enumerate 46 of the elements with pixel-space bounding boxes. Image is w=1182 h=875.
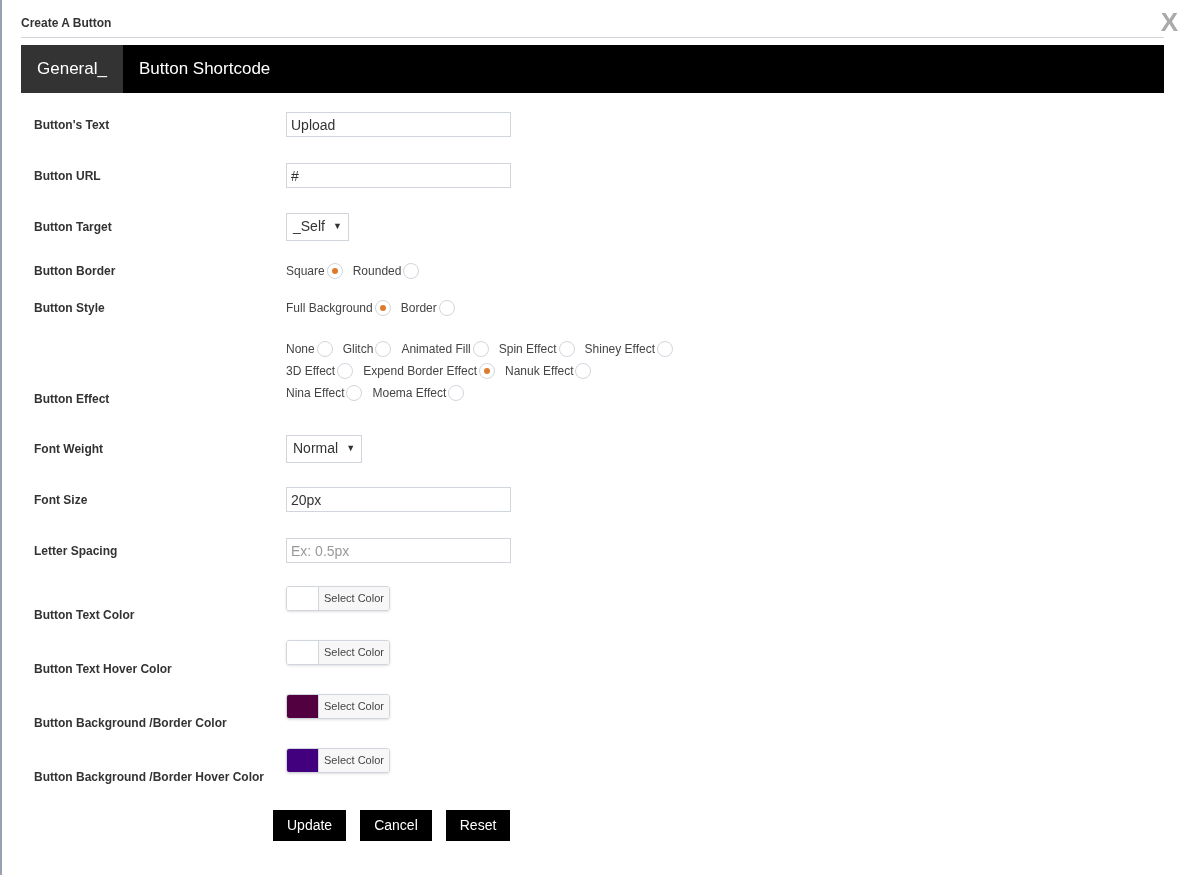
field-label: Font Size	[33, 491, 89, 509]
color-picker[interactable]: Select Color	[286, 640, 390, 665]
radio-label: Square	[286, 262, 325, 280]
select-color-button[interactable]: Select Color	[319, 587, 389, 610]
dropdown[interactable]: _Self ▼	[286, 212, 349, 241]
color-picker[interactable]: Select Color	[286, 694, 390, 719]
field-label: Button Effect	[33, 391, 111, 408]
field-label: Button Text Color	[33, 607, 136, 624]
select-color-button[interactable]: Select Color	[319, 749, 389, 772]
field-label: Button Background /Border Hover Color	[33, 769, 265, 786]
dropdown[interactable]: Normal ▼	[286, 434, 363, 463]
action-button[interactable]: Reset	[445, 810, 511, 841]
field-label: Button Text Hover Color	[33, 661, 173, 678]
field-label: Button's Text	[33, 116, 111, 134]
radio-label: Nanuk Effect	[505, 363, 574, 380]
select-color-button[interactable]: Select Color	[319, 695, 389, 718]
radio-label: Rounded	[352, 262, 402, 280]
select-color-button[interactable]: Select Color	[319, 641, 389, 664]
radio-label: Expend Border Effect	[363, 363, 477, 380]
field-label: Button Target	[33, 218, 113, 236]
radio-label: Shiney Effect	[584, 341, 656, 358]
color-picker[interactable]: Select Color	[286, 748, 390, 773]
field-label: Button Style	[33, 299, 106, 317]
radio-label: 3D Effect	[286, 363, 336, 380]
radio-label: Nina Effect	[286, 385, 345, 402]
radio-label: Glitch	[342, 341, 374, 358]
color-picker[interactable]: Select Color	[286, 586, 390, 611]
tab[interactable]: General_	[21, 45, 123, 93]
radio-label: Border	[400, 299, 437, 317]
radio-label: Spin Effect	[498, 341, 557, 358]
field-label: Letter Spacing	[33, 542, 119, 560]
radio-label: Full Background	[286, 299, 373, 317]
input-field[interactable]: Upload	[286, 112, 511, 137]
field-label: Button Background /Border Color	[33, 715, 228, 732]
radio-label: Moema Effect	[372, 385, 447, 402]
input-field[interactable]: 20px	[286, 487, 511, 512]
radio-label: None	[286, 341, 315, 358]
field-label: Button Border	[33, 262, 117, 280]
field-label: Button URL	[33, 167, 102, 185]
field-label: Font Weight	[33, 440, 105, 458]
action-button[interactable]: Cancel	[360, 810, 432, 841]
input-field[interactable]: #	[286, 163, 511, 188]
input-field[interactable]: Ex: 0.5px	[286, 538, 511, 563]
dialog-title: Create A Button	[21, 15, 112, 32]
action-button[interactable]: Update	[273, 810, 347, 841]
radio-label: Animated Fill	[401, 341, 471, 358]
